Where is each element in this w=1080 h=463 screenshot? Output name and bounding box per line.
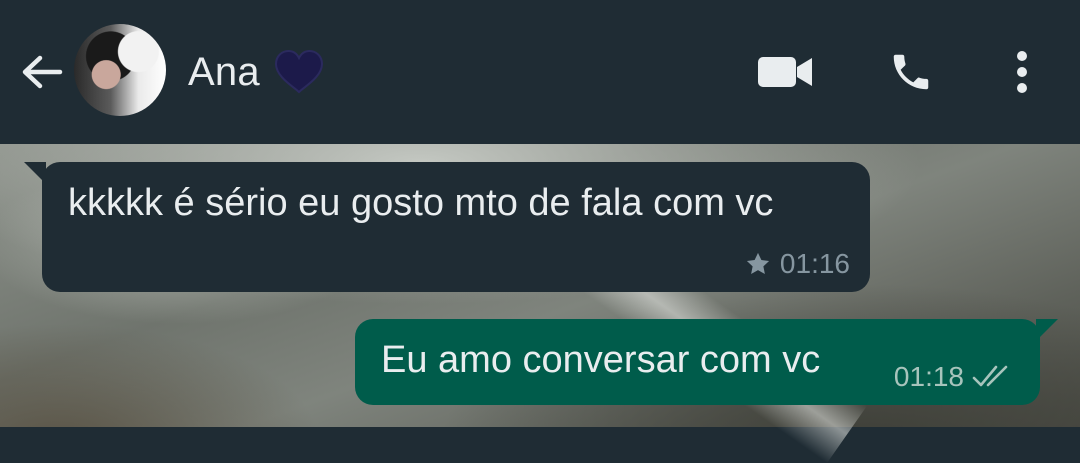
message-time: 01:16 <box>779 248 850 279</box>
avatar[interactable] <box>74 24 166 116</box>
video-call-icon[interactable] <box>756 50 814 94</box>
message-time: 01:18 <box>893 361 964 392</box>
contact-name-area[interactable]: Ana <box>188 48 324 96</box>
phone-icon[interactable] <box>886 50 936 94</box>
message-meta: 01:18 <box>894 361 1016 393</box>
chat-header: Ana <box>0 0 1080 144</box>
message-text: kkkkk é sério eu gosto mto de fala com v… <box>68 182 774 224</box>
message-meta: 01:16 <box>744 248 850 280</box>
outgoing-message[interactable]: Eu amo conversar com vc 01:18 <box>355 319 1058 405</box>
more-vertical-icon[interactable] <box>1000 50 1044 94</box>
star-icon <box>746 252 770 275</box>
incoming-message[interactable]: kkkkk é sério eu gosto mto de fala com v… <box>24 162 870 292</box>
contact-name: Ana <box>188 49 260 94</box>
heart-icon <box>274 50 323 94</box>
double-check-icon <box>972 365 1008 387</box>
message-text: Eu amo conversar com vc <box>381 339 821 381</box>
arrow-left-icon[interactable] <box>18 50 66 94</box>
